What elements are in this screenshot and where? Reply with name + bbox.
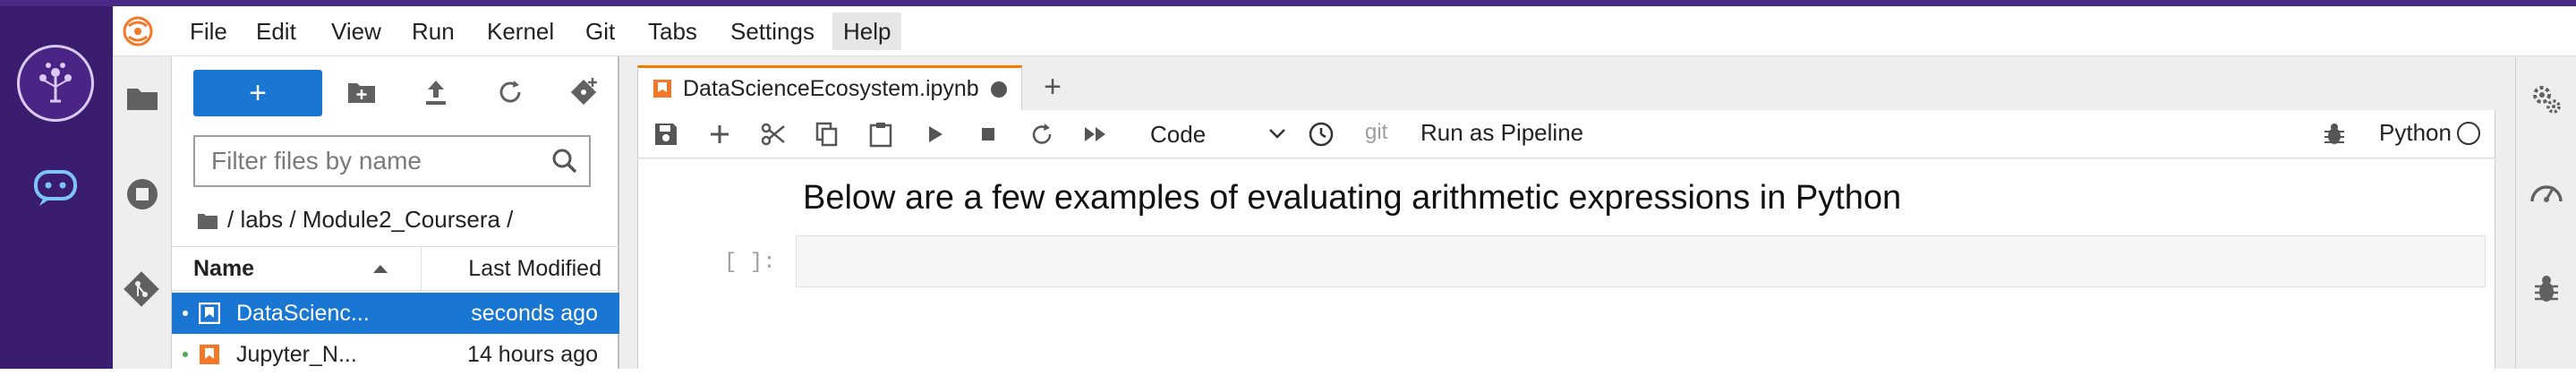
menu-edit[interactable]: Edit (245, 13, 307, 50)
clock-icon[interactable] (1308, 121, 1335, 148)
run-icon[interactable] (921, 121, 948, 148)
file-list-header: Name Last Modified (172, 246, 619, 291)
debugger-bug-icon[interactable] (2321, 121, 2348, 148)
file-row[interactable]: DataScienc... seconds ago (172, 293, 619, 334)
filter-files (193, 135, 591, 187)
unsaved-indicator-icon[interactable] (991, 81, 1007, 98)
home-folder-icon[interactable] (197, 212, 218, 230)
markdown-heading[interactable]: Below are a few examples of evaluating a… (803, 179, 1901, 217)
jupyter-logo-icon (122, 15, 154, 47)
chevron-down-icon (1268, 128, 1286, 141)
app-logo-icon[interactable] (17, 45, 94, 122)
file-modified: 14 hours ago (467, 342, 598, 367)
upload-icon[interactable] (422, 78, 449, 107)
menu-settings[interactable]: Settings (720, 13, 825, 50)
menu-file[interactable]: File (179, 13, 238, 50)
code-cell-prompt: [ ]: (724, 251, 776, 275)
stop-icon[interactable] (975, 121, 1002, 148)
property-inspector-gears-icon[interactable] (2530, 83, 2563, 115)
insert-cell-icon[interactable] (706, 121, 733, 148)
notebook-toolbar: Code git Run as Pipeline Python (637, 110, 2495, 158)
breadcrumb-path[interactable]: / labs / Module2_Coursera / (227, 206, 513, 233)
file-name: DataScienc... (236, 301, 370, 326)
menu-bar: File Edit View Run Kernel Git Tabs Setti… (113, 6, 2576, 56)
notebook-tab-icon (653, 79, 672, 98)
git-icon[interactable] (124, 271, 159, 307)
notebook-icon (199, 344, 220, 365)
menu-view[interactable]: View (320, 13, 392, 50)
kernel-status-icon (2457, 122, 2480, 145)
file-running-dot (183, 352, 188, 357)
git-diff-label[interactable]: git (1365, 110, 1387, 155)
breadcrumb: / labs / Module2_Coursera / (197, 200, 513, 239)
fast-forward-icon[interactable] (1082, 121, 1109, 148)
menu-git[interactable]: Git (575, 13, 626, 50)
file-modified: seconds ago (471, 301, 598, 326)
chat-assistant-icon[interactable] (32, 168, 79, 208)
refresh-icon[interactable] (496, 78, 525, 107)
column-divider (421, 247, 422, 290)
menu-kernel[interactable]: Kernel (476, 13, 565, 50)
notebook-icon (199, 303, 220, 324)
top-accent-bar (0, 0, 2576, 6)
column-last-modified[interactable]: Last Modified (468, 247, 601, 290)
search-icon (551, 148, 578, 175)
new-launcher-label: + (249, 76, 267, 110)
debugger-icon[interactable] (2532, 274, 2561, 304)
column-name[interactable]: Name (193, 247, 254, 290)
resource-usage-gauge-icon[interactable] (2529, 176, 2564, 209)
filter-input[interactable] (211, 144, 542, 178)
file-name: Jupyter_N... (236, 342, 357, 367)
file-browser: + / labs / Module2_Coursera / Name Last … (172, 56, 619, 369)
new-launcher-button[interactable]: + (193, 70, 322, 116)
restart-icon[interactable] (1028, 121, 1055, 148)
menu-tabs[interactable]: Tabs (637, 13, 708, 50)
stop-circle-icon[interactable] (125, 177, 159, 211)
copy-icon[interactable] (814, 121, 840, 148)
git-clone-icon[interactable] (569, 76, 600, 107)
tab-title: DataScienceEcosystem.ipynb (683, 76, 979, 101)
add-tab-button[interactable]: + (1033, 67, 1072, 107)
run-pipeline-button[interactable]: Run as Pipeline (1420, 110, 1583, 155)
code-cell-input[interactable] (796, 235, 2486, 287)
menu-run[interactable]: Run (401, 13, 465, 50)
file-row[interactable]: Jupyter_N... 14 hours ago (172, 334, 619, 375)
new-folder-icon[interactable] (346, 80, 377, 105)
cell-type-value: Code (1150, 121, 1207, 148)
left-rail (0, 6, 113, 369)
sidebar-tabs (113, 56, 172, 369)
right-sidebar (2515, 56, 2576, 369)
paste-icon[interactable] (867, 121, 894, 148)
file-running-dot (183, 311, 188, 316)
sort-ascending-icon[interactable] (372, 263, 388, 274)
save-icon[interactable] (653, 121, 679, 148)
menu-help[interactable]: Help (832, 13, 902, 50)
kernel-name[interactable]: Python (2379, 110, 2452, 155)
tab-notebook[interactable]: DataScienceEcosystem.ipynb (637, 65, 1022, 110)
notebook-body: Below are a few examples of evaluating a… (637, 159, 2495, 369)
cell-type-select[interactable]: Code (1139, 115, 1292, 153)
cut-icon[interactable] (760, 121, 787, 148)
folder-icon[interactable] (125, 83, 159, 112)
main-dock-area: DataScienceEcosystem.ipynb + Code git Ru… (619, 56, 2515, 369)
